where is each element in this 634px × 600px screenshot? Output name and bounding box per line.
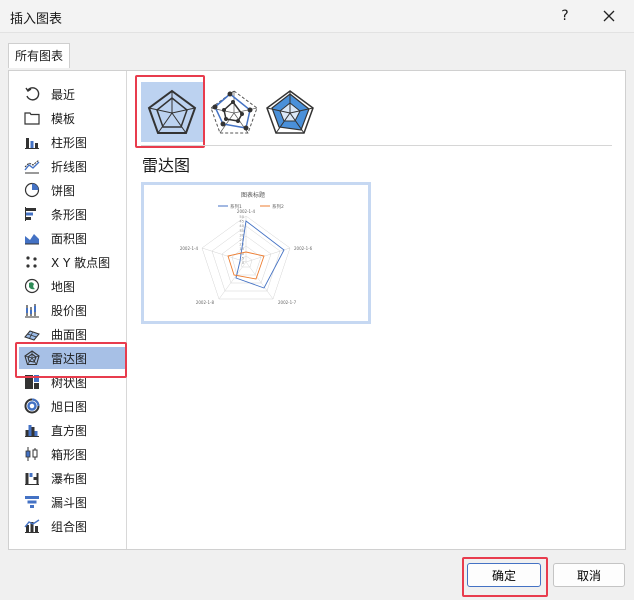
axis-label: 2002-1-4 <box>180 246 199 251</box>
radar-grid <box>201 215 291 300</box>
sidebar-item-stock[interactable]: 股价图 <box>19 299 125 321</box>
map-chart-icon <box>23 277 41 295</box>
help-button[interactable]: ? <box>552 4 578 28</box>
cancel-button[interactable]: 取消 <box>553 563 625 587</box>
pie-chart-icon <box>23 181 41 199</box>
line-chart-icon <box>23 157 41 175</box>
sidebar-item-line[interactable]: 折线图 <box>19 155 125 177</box>
chart-preview[interactable]: 图表标题 系列1 系列2 50 45 40 35 30 25 20 15 10 … <box>141 182 371 324</box>
sidebar-item-label: 漏斗图 <box>51 495 88 510</box>
recent-icon <box>23 85 41 103</box>
stock-chart-icon <box>23 301 41 319</box>
surface-chart-icon <box>23 325 41 343</box>
sidebar-item-boxplot[interactable]: 箱形图 <box>19 443 125 465</box>
tick-label: 35 <box>239 229 244 233</box>
sidebar-item-label: 最近 <box>51 87 76 102</box>
sidebar-item-histogram[interactable]: 直方图 <box>19 419 125 441</box>
radar-markers-icon <box>210 90 258 134</box>
legend-label-series2: 系列2 <box>272 203 284 210</box>
sidebar-item-label: 组合图 <box>51 519 88 534</box>
sidebar-item-recent[interactable]: 最近 <box>19 83 125 105</box>
sidebar-item-label: 旭日图 <box>51 399 88 414</box>
subtype-highlight-frame <box>135 75 205 148</box>
chart-panel: 最近 模板 柱形图 折线图 饼图 条形图 面积图 X Y 散点图 地图 股价图 … <box>8 70 626 550</box>
box-chart-icon <box>23 445 41 463</box>
close-icon <box>603 10 615 22</box>
waterfall-chart-icon <box>23 469 41 487</box>
sidebar-item-templates[interactable]: 模板 <box>19 107 125 129</box>
ok-button[interactable]: 确定 <box>467 563 541 587</box>
combo-chart-icon <box>23 517 41 535</box>
sidebar-item-sunburst[interactable]: 旭日图 <box>19 395 125 417</box>
sidebar-item-scatter[interactable]: X Y 散点图 <box>19 251 125 273</box>
sidebar-item-label: 直方图 <box>51 423 88 438</box>
tab-all-charts[interactable]: 所有图表 <box>8 43 71 68</box>
close-button[interactable] <box>596 4 622 28</box>
chart-type-sidebar: 最近 模板 柱形图 折线图 饼图 条形图 面积图 X Y 散点图 地图 股价图 … <box>9 71 127 549</box>
sidebar-item-pie[interactable]: 饼图 <box>19 179 125 201</box>
sidebar-item-column[interactable]: 柱形图 <box>19 131 125 153</box>
preview-title: 图表标题 <box>241 191 265 199</box>
window-title: 插入图表 <box>10 12 63 27</box>
sidebar-item-label: 瀑布图 <box>51 471 88 486</box>
sidebar-item-combo[interactable]: 组合图 <box>19 515 125 537</box>
area-chart-icon <box>23 229 41 247</box>
folder-icon <box>23 109 41 127</box>
sidebar-item-label: 曲面图 <box>51 327 88 342</box>
sidebar-item-label: 面积图 <box>51 231 88 246</box>
sidebar-item-funnel[interactable]: 漏斗图 <box>19 491 125 513</box>
sidebar-item-area[interactable]: 面积图 <box>19 227 125 249</box>
tick-label: 40 <box>239 224 244 228</box>
tick-label: 45 <box>239 220 244 224</box>
sidebar-item-label: 股价图 <box>51 303 88 318</box>
filled-radar-icon <box>266 90 314 134</box>
tick-label: 50 <box>239 215 244 219</box>
axis-label: 2002-1-7 <box>278 300 297 305</box>
axis-label: 2002-1-4 <box>237 209 256 214</box>
funnel-chart-icon <box>23 493 41 511</box>
sidebar-item-label: X Y 散点图 <box>51 255 111 270</box>
sidebar-item-label: 折线图 <box>51 159 88 174</box>
section-divider <box>141 145 612 146</box>
axis-label: 2002-1-8 <box>196 300 215 305</box>
axis-label: 2002-1-6 <box>294 246 313 251</box>
column-chart-icon <box>23 133 41 151</box>
sidebar-highlight-frame <box>15 342 127 378</box>
sidebar-item-label: 模板 <box>51 111 76 126</box>
sidebar-item-label: 条形图 <box>51 207 88 222</box>
sidebar-item-map[interactable]: 地图 <box>19 275 125 297</box>
sidebar-item-label: 地图 <box>51 279 76 294</box>
sidebar-item-label: 饼图 <box>51 183 76 198</box>
sunburst-chart-icon <box>23 397 41 415</box>
sidebar-item-label: 箱形图 <box>51 447 88 462</box>
subtype-filled-radar[interactable] <box>259 82 321 142</box>
scatter-chart-icon <box>23 253 41 271</box>
subtype-heading: 雷达图 <box>142 156 191 175</box>
title-bar: 插入图表 ? <box>0 0 634 33</box>
sidebar-item-bar[interactable]: 条形图 <box>19 203 125 225</box>
tab-strip: 所有图表 <box>0 33 634 70</box>
sidebar-item-waterfall[interactable]: 瀑布图 <box>19 467 125 489</box>
tick-label: 5 <box>242 256 244 260</box>
bar-chart-icon <box>23 205 41 223</box>
histogram-chart-icon <box>23 421 41 439</box>
subtype-radar-markers[interactable] <box>203 82 265 142</box>
sidebar-item-label: 柱形图 <box>51 135 88 150</box>
